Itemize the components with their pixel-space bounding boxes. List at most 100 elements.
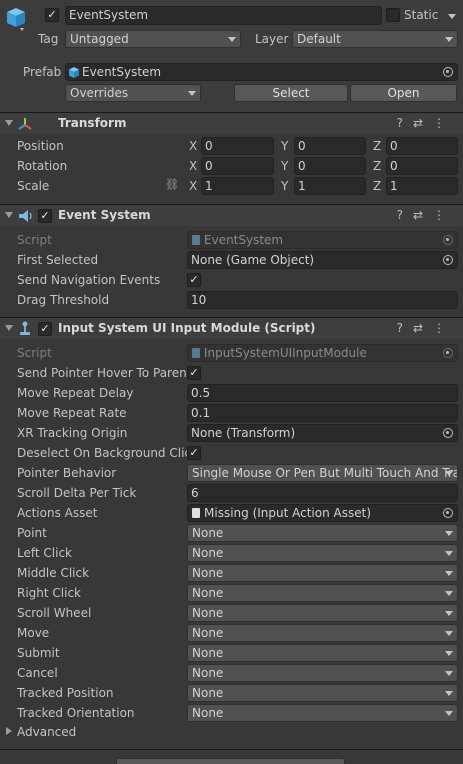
gameobject-name-field[interactable]: EventSystem bbox=[65, 6, 382, 25]
event-system-enabled-checkbox[interactable]: ✓ bbox=[38, 209, 52, 223]
action-left-click-dropdown[interactable]: None bbox=[187, 544, 458, 562]
pointer-behavior-value: Single Mouse Or Pen But Multi Touch And … bbox=[192, 466, 458, 480]
x-axis-label: X bbox=[189, 159, 198, 173]
scale-z-field[interactable]: 1 bbox=[386, 177, 458, 195]
y-axis-label: Y bbox=[281, 139, 289, 153]
hover-parent-checkbox[interactable]: ✓ bbox=[187, 366, 201, 380]
input-module-title: Input System UI Input Module (Script) bbox=[58, 321, 316, 335]
action-point-value: None bbox=[192, 526, 224, 540]
header-icons[interactable]: ?⇄⋮ bbox=[397, 208, 455, 222]
action-middle-click-value: None bbox=[192, 566, 224, 580]
menu-icon[interactable]: ⋮ bbox=[433, 208, 455, 222]
transform-icon bbox=[18, 118, 32, 130]
presets-icon[interactable]: ⇄ bbox=[413, 321, 433, 335]
transform-header[interactable]: Transform ?⇄⋮ bbox=[0, 112, 463, 134]
pointer-behavior-dropdown[interactable]: Single Mouse Or Pen But Multi Touch And … bbox=[187, 464, 458, 482]
rotation-y-field[interactable]: 0 bbox=[294, 157, 366, 175]
constrain-proportions-icon[interactable]: ⛓ bbox=[165, 178, 179, 191]
position-x-field[interactable]: 0 bbox=[201, 137, 274, 155]
overrides-label: Overrides bbox=[70, 86, 129, 100]
add-component-button[interactable] bbox=[116, 758, 345, 764]
scroll-delta-label: Scroll Delta Per Tick bbox=[17, 486, 137, 500]
static-checkbox[interactable] bbox=[386, 8, 400, 22]
action-tracked-position-label: Tracked Position bbox=[17, 686, 114, 700]
action-tracked-orientation-label: Tracked Orientation bbox=[17, 706, 135, 720]
prefab-field[interactable]: EventSystem bbox=[65, 63, 458, 81]
static-dropdown-caret[interactable] bbox=[448, 14, 456, 19]
tag-dropdown[interactable]: Untagged bbox=[65, 30, 241, 48]
action-cancel-value: None bbox=[192, 666, 224, 680]
repeat-delay-field[interactable]: 0.5 bbox=[187, 384, 458, 402]
script-value: EventSystem bbox=[204, 233, 284, 247]
fold-arrow-icon[interactable] bbox=[5, 325, 13, 331]
input-module-icon bbox=[20, 321, 30, 335]
open-button[interactable]: Open bbox=[350, 84, 457, 102]
select-button[interactable]: Select bbox=[234, 84, 348, 102]
send-navigation-checkbox[interactable]: ✓ bbox=[187, 273, 201, 287]
object-picker-icon[interactable] bbox=[443, 428, 453, 438]
event-system-header[interactable]: ✓ Event System ?⇄⋮ bbox=[0, 204, 463, 226]
action-tracked-position-value: None bbox=[192, 686, 224, 700]
action-cancel-dropdown[interactable]: None bbox=[187, 664, 458, 682]
object-picker-icon[interactable] bbox=[443, 508, 453, 518]
drag-threshold-field[interactable]: 10 bbox=[187, 291, 458, 309]
gameobject-cube-icon[interactable] bbox=[6, 7, 26, 31]
help-icon[interactable]: ? bbox=[397, 321, 413, 335]
deselect-checkbox[interactable]: ✓ bbox=[187, 446, 201, 460]
actions-asset-field[interactable]: Missing (Input Action Asset) bbox=[187, 504, 458, 522]
header-icons[interactable]: ?⇄⋮ bbox=[397, 116, 455, 130]
script-label: Script bbox=[17, 346, 52, 360]
transform-body: Position X 0 Y 0 Z 0 Rotation X 0 Y 0 Z … bbox=[0, 134, 463, 200]
chevron-down-icon bbox=[445, 591, 453, 596]
presets-icon[interactable]: ⇄ bbox=[413, 116, 433, 130]
scale-x-field[interactable]: 1 bbox=[201, 177, 274, 195]
action-point-dropdown[interactable]: None bbox=[187, 524, 458, 542]
gameobject-name: EventSystem bbox=[69, 8, 149, 22]
action-move-dropdown[interactable]: None bbox=[187, 624, 458, 642]
help-icon[interactable]: ? bbox=[397, 116, 413, 130]
xr-origin-field[interactable]: None (Transform) bbox=[187, 424, 458, 442]
chevron-down-icon bbox=[445, 471, 453, 476]
layer-dropdown[interactable]: Default bbox=[292, 30, 458, 48]
menu-icon[interactable]: ⋮ bbox=[433, 116, 455, 130]
action-tracked-position-dropdown[interactable]: None bbox=[187, 684, 458, 702]
action-tracked-orientation-dropdown[interactable]: None bbox=[187, 704, 458, 722]
scale-y-field[interactable]: 1 bbox=[294, 177, 366, 195]
repeat-rate-field[interactable]: 0.1 bbox=[187, 404, 458, 422]
position-z-field[interactable]: 0 bbox=[386, 137, 458, 155]
input-module-enabled-checkbox[interactable]: ✓ bbox=[38, 322, 52, 336]
rotation-x-field[interactable]: 0 bbox=[201, 157, 274, 175]
first-selected-value: None (Game Object) bbox=[191, 253, 315, 267]
menu-icon[interactable]: ⋮ bbox=[433, 321, 455, 335]
help-icon[interactable]: ? bbox=[397, 208, 413, 222]
gameobject-header: ✓ EventSystem Static Tag Untagged Layer … bbox=[0, 0, 463, 112]
send-navigation-label: Send Navigation Events bbox=[17, 273, 161, 287]
rotation-z-field[interactable]: 0 bbox=[386, 157, 458, 175]
scroll-delta-field[interactable]: 6 bbox=[187, 484, 458, 502]
action-scroll-wheel-dropdown[interactable]: None bbox=[187, 604, 458, 622]
position-y-field[interactable]: 0 bbox=[294, 137, 366, 155]
overrides-dropdown[interactable]: Overrides bbox=[65, 84, 201, 102]
action-middle-click-dropdown[interactable]: None bbox=[187, 564, 458, 582]
header-icons[interactable]: ?⇄⋮ bbox=[397, 321, 455, 335]
presets-icon[interactable]: ⇄ bbox=[413, 208, 433, 222]
fold-arrow-icon[interactable] bbox=[5, 212, 13, 218]
active-checkbox[interactable]: ✓ bbox=[45, 8, 59, 22]
xr-origin-label: XR Tracking Origin bbox=[17, 426, 128, 440]
foldout-arrow-icon[interactable] bbox=[6, 727, 12, 735]
first-selected-field[interactable]: None (Game Object) bbox=[187, 251, 458, 269]
action-scroll-wheel-value: None bbox=[192, 606, 224, 620]
action-middle-click-label: Middle Click bbox=[17, 566, 90, 580]
chevron-down-icon bbox=[445, 37, 453, 42]
fold-arrow-icon[interactable] bbox=[5, 120, 13, 126]
action-right-click-dropdown[interactable]: None bbox=[187, 584, 458, 602]
object-picker-icon[interactable] bbox=[443, 255, 453, 265]
first-selected-label: First Selected bbox=[17, 253, 99, 267]
object-picker-icon[interactable] bbox=[443, 67, 453, 77]
advanced-label: Advanced bbox=[17, 725, 77, 739]
chevron-down-icon bbox=[445, 611, 453, 616]
action-submit-dropdown[interactable]: None bbox=[187, 644, 458, 662]
input-module-header[interactable]: ✓ Input System UI Input Module (Script) … bbox=[0, 317, 463, 339]
position-label: Position bbox=[17, 139, 64, 153]
deselect-label: Deselect On Background Click bbox=[17, 446, 187, 460]
